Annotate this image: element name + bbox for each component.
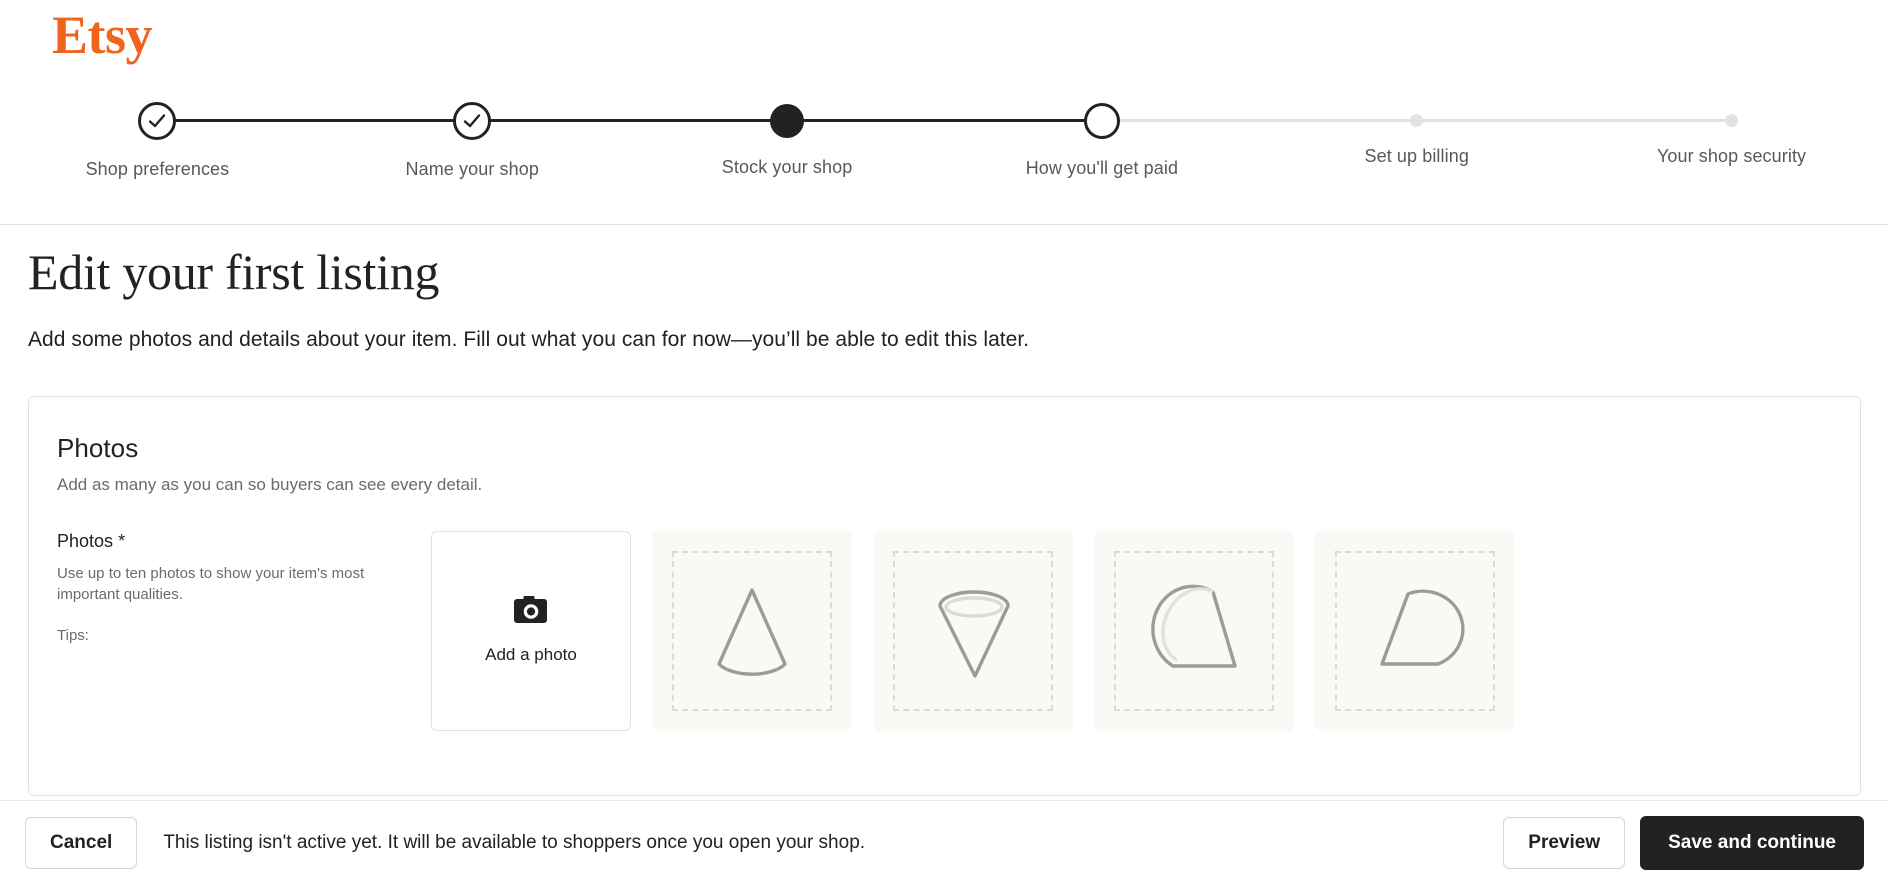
cancel-button[interactable]: Cancel [25,816,138,869]
step-name-your-shop[interactable]: Name your shop [315,88,630,180]
step-label: Stock your shop [721,157,853,177]
photos-field-row: Photos * Use up to ten photos to show yo… [57,531,1832,731]
primary-actions: Preview Save and continue [1503,815,1864,870]
main-content: Edit your first listing Add some photos … [0,225,1889,884]
check-icon [138,102,177,140]
step-label: Shop preferences [85,159,230,179]
step-label: Name your shop [405,159,539,179]
step-stock-your-shop[interactable]: Stock your shop [630,88,945,180]
step-how-youll-get-paid[interactable]: How you'll get paid [944,88,1259,180]
empty-circle-icon [1083,103,1120,139]
save-and-continue-button[interactable]: Save and continue [1640,815,1864,870]
add-photo-label: Add a photo [485,644,577,664]
required-asterisk: * [118,531,126,551]
photo-slot-placeholder[interactable] [1094,531,1294,731]
step-your-shop-security: Your shop security [1574,88,1889,180]
photo-slot-grid: Add a photo [431,531,1832,731]
listing-status-note: This listing isn't active yet. It will b… [163,831,866,853]
photos-card-subtitle: Add as many as you can so buyers can see… [57,475,483,494]
onboarding-header: Etsy Shop preferences Name your shop Sto… [0,0,1889,225]
small-dot-icon [1410,114,1424,127]
photos-field-description: Photos * Use up to ten photos to show yo… [57,531,431,731]
step-shop-preferences[interactable]: Shop preferences [0,88,315,180]
sticky-action-bar: Cancel This listing isn't active yet. It… [0,800,1889,884]
add-photo-button[interactable]: Add a photo [431,531,631,731]
step-label: How you'll get paid [1025,158,1179,178]
cone-tilted-right-icon [1380,589,1465,666]
photos-tips-label: Tips: [57,627,89,645]
preview-button[interactable]: Preview [1503,816,1626,869]
photo-slot-placeholder[interactable] [652,531,852,731]
camera-icon [512,594,550,631]
cone-inverted-icon [938,590,1010,678]
filled-dot-icon [770,104,805,138]
photos-field-label-text: Photos [57,531,114,551]
cone-tilted-left-icon [1151,584,1237,668]
small-dot-icon [1725,114,1739,127]
progress-stepper: Shop preferences Name your shop Stock yo… [0,88,1889,208]
check-icon [453,102,492,140]
photos-field-help: Use up to ten photos to show your item's… [57,565,365,603]
step-set-up-billing: Set up billing [1259,88,1574,180]
photo-slot-placeholder[interactable] [873,531,1073,731]
photo-slot-placeholder[interactable] [1315,531,1515,731]
photos-card: Photos Add as many as you can so buyers … [28,396,1861,796]
cone-upright-icon [717,588,787,676]
page-title: Edit your first listing [28,244,440,300]
photos-field-label: Photos * [57,531,407,552]
step-label: Your shop security [1656,146,1807,166]
photos-card-title: Photos [57,433,139,463]
etsy-logo[interactable]: Etsy [52,8,153,62]
stepper-steps: Shop preferences Name your shop Stock yo… [0,88,1889,180]
step-label: Set up billing [1364,146,1469,166]
page-subtitle: Add some photos and details about your i… [28,328,1030,351]
